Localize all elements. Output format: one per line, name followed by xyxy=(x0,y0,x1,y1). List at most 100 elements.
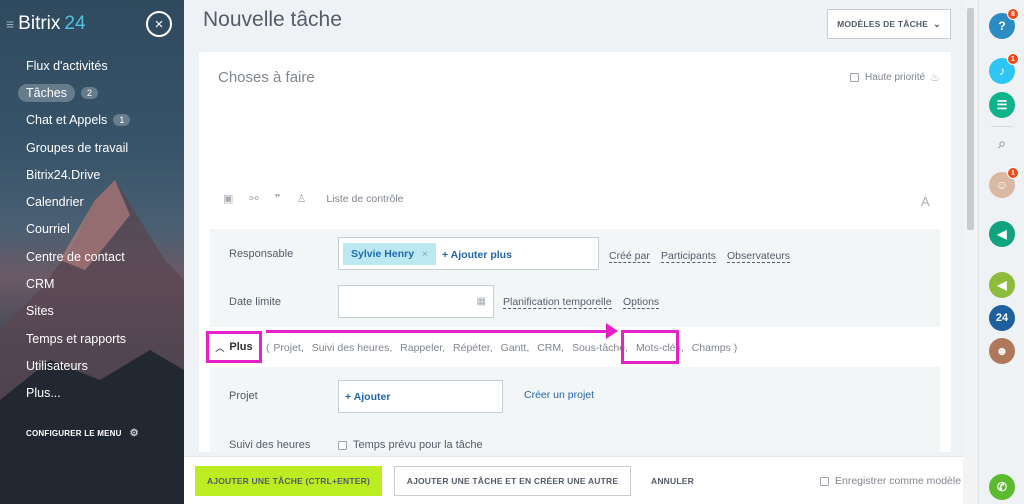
configure-menu-label: CONFIGURER LE MENU xyxy=(26,429,122,438)
close-icon[interactable]: × xyxy=(146,11,172,37)
planned-time-checkbox[interactable] xyxy=(338,440,347,450)
sidebar-item-users[interactable]: Utilisateurs xyxy=(0,352,184,379)
sidebar-item-label: Flux d'activités xyxy=(26,58,108,73)
extra-field-subtask[interactable]: Sous-tâche, xyxy=(572,342,628,354)
save-as-template-label: Enregistrer comme modèle xyxy=(835,475,962,487)
chevron-up-icon: ︿ xyxy=(215,342,225,353)
left-sidebar: ≡ Bitrix 24 × Flux d'activités Tâches 2 … xyxy=(0,0,184,504)
menu-burger-icon[interactable]: ≡ xyxy=(6,16,14,32)
participants-link[interactable]: Participants xyxy=(661,250,716,263)
sidebar-item-label: Calendrier xyxy=(26,195,84,210)
sidebar-item-label: Plus... xyxy=(26,386,61,401)
observers-link[interactable]: Observateurs xyxy=(727,250,791,263)
task-templates-button[interactable]: MODÈLES DE TÂCHE ⌄ xyxy=(827,9,951,39)
extra-field-gantt[interactable]: Gantt, xyxy=(501,342,530,354)
right-panel: ? 8 ♪ 1 ☰ ⌕ ☺ 1 ◀ ◀ 24 ☻ ✆ xyxy=(978,0,1024,504)
extra-field-time-tracking[interactable]: Suivi des heures, xyxy=(312,342,393,354)
extra-field-crm[interactable]: CRM, xyxy=(537,342,564,354)
help-icon[interactable]: ? 8 xyxy=(989,8,1019,39)
text-format-icon[interactable]: A xyxy=(921,194,930,209)
more-fields-row: ︿ Plus ( Projet, Suivi des heures, Rappe… xyxy=(206,323,940,367)
sidebar-item-chat[interactable]: Chat et Appels 1 xyxy=(0,107,184,134)
scrollbar-thumb[interactable] xyxy=(967,8,974,230)
add-task-button[interactable]: AJOUTER UNE TÂCHE (CTRL+ENTER) xyxy=(195,466,382,496)
sidebar-item-workgroups[interactable]: Groupes de travail xyxy=(0,134,184,161)
more-fields-label: Plus xyxy=(229,341,253,353)
task-templates-label: MODÈLES DE TÂCHE xyxy=(837,19,929,29)
bitrix24-network-icon[interactable]: 24 xyxy=(989,305,1015,331)
user-mention-icon[interactable]: ♙ xyxy=(297,192,307,205)
save-as-template-checkbox[interactable] xyxy=(820,476,829,486)
sidebar-item-activity[interactable]: Flux d'activités xyxy=(0,52,184,79)
planned-time-toggle[interactable]: Temps prévu pour la tâche xyxy=(338,439,483,451)
page-scrollbar[interactable] xyxy=(963,0,978,504)
sidebar-item-calendar[interactable]: Calendrier xyxy=(0,188,184,215)
add-more-link[interactable]: + Ajouter plus xyxy=(442,249,512,261)
save-as-template-toggle[interactable]: Enregistrer comme modèle xyxy=(820,475,961,487)
sidebar-item-label: Centre de contact xyxy=(26,249,125,264)
remove-icon[interactable]: × xyxy=(422,249,428,260)
link-icon[interactable]: ⚯ xyxy=(249,192,258,205)
calendar-icon[interactable]: ▦ xyxy=(477,296,486,307)
flame-icon: ♨ xyxy=(930,72,940,84)
create-project-link[interactable]: Créer un projet xyxy=(524,389,594,401)
contacts-avatar-icon[interactable]: ☺ 1 xyxy=(989,167,1019,198)
task-fields-panel: Responsable Sylvie Henry × + Ajouter plu… xyxy=(206,229,940,452)
sidebar-item-sites[interactable]: Sites xyxy=(0,298,184,325)
count-badge: 1 xyxy=(113,114,131,127)
page-title: Nouvelle tâche xyxy=(203,8,342,31)
more-fields-toggle[interactable]: ︿ Plus xyxy=(206,331,262,363)
extra-field-project[interactable]: Projet, xyxy=(273,342,303,354)
search-icon[interactable]: ⌕ xyxy=(989,130,1015,156)
sidebar-item-mail[interactable]: Courriel xyxy=(0,216,184,243)
user-avatar-icon[interactable]: ☻ xyxy=(989,338,1015,364)
options-link[interactable]: Options xyxy=(623,296,660,309)
sidebar-item-drive[interactable]: Bitrix24.Drive xyxy=(0,161,184,188)
sidebar-item-tasks[interactable]: Tâches 2 xyxy=(0,79,184,106)
sidebar-item-more[interactable]: Plus... xyxy=(0,380,184,407)
sidebar-item-label: Courriel xyxy=(26,222,70,237)
project-field[interactable]: + Ajouter xyxy=(338,380,503,413)
configure-menu-button[interactable]: CONFIGURER LE MENU ⚙ xyxy=(26,428,139,439)
sidebar-item-label: Temps et rapports xyxy=(26,331,127,346)
created-by-link[interactable]: Créé par xyxy=(609,250,650,263)
count-badge: 2 xyxy=(81,86,99,99)
sidebar-item-contact-center[interactable]: Centre de contact xyxy=(0,243,184,270)
checklist-button[interactable]: Liste de contrôle xyxy=(326,193,403,205)
extra-field-reminder[interactable]: Rappeler, xyxy=(400,342,445,354)
megaphone-icon[interactable]: ◀ xyxy=(989,221,1015,247)
chat-icon[interactable]: ☰ xyxy=(989,92,1015,118)
responsible-chip[interactable]: Sylvie Henry × xyxy=(343,243,436,265)
sidebar-item-label: Chat et Appels xyxy=(26,113,108,128)
add-and-create-another-button[interactable]: AJOUTER UNE TÂCHE ET EN CRÉER UNE AUTRE xyxy=(394,466,631,496)
high-priority-toggle[interactable]: Haute priorité ♨ xyxy=(850,71,940,84)
add-project-link[interactable]: + Ajouter xyxy=(345,391,390,403)
notification-badge: 1 xyxy=(1007,53,1019,65)
bell-icon[interactable]: ♪ 1 xyxy=(989,53,1019,84)
cancel-button[interactable]: ANNULER xyxy=(651,476,694,486)
sidebar-item-time-reports[interactable]: Temps et rapports xyxy=(0,325,184,352)
time-planning-link[interactable]: Planification temporelle xyxy=(503,296,612,309)
sidebar-item-label: CRM xyxy=(26,277,55,292)
task-title-input[interactable]: Choses à faire xyxy=(218,69,315,86)
sidebar-item-label: Bitrix24.Drive xyxy=(26,167,101,182)
extra-field-custom[interactable]: Champs ) xyxy=(692,342,738,354)
deadline-input[interactable]: ▦ xyxy=(338,285,494,318)
open-channel-icon[interactable]: ◀ xyxy=(989,272,1015,298)
responsible-field[interactable]: Sylvie Henry × + Ajouter plus xyxy=(338,237,599,270)
sidebar-item-label: Tâches xyxy=(18,83,75,102)
sidebar-item-label: Sites xyxy=(26,304,54,319)
gear-icon: ⚙ xyxy=(129,428,139,439)
extra-field-repeat[interactable]: Répéter, xyxy=(453,342,493,354)
responsible-name: Sylvie Henry xyxy=(351,248,415,260)
phone-icon[interactable]: ✆ xyxy=(989,474,1015,500)
logo[interactable]: ≡ Bitrix 24 xyxy=(6,10,86,38)
file-icon[interactable]: ▣ xyxy=(223,192,233,205)
sidebar-item-label: Groupes de travail xyxy=(26,140,129,155)
planned-time-label: Temps prévu pour la tâche xyxy=(353,439,483,451)
sidebar-item-crm[interactable]: CRM xyxy=(0,270,184,297)
keywords-highlight xyxy=(621,330,679,364)
high-priority-checkbox[interactable] xyxy=(850,73,859,82)
panel-divider xyxy=(991,126,1013,127)
quote-icon[interactable]: ❞ xyxy=(275,192,281,205)
